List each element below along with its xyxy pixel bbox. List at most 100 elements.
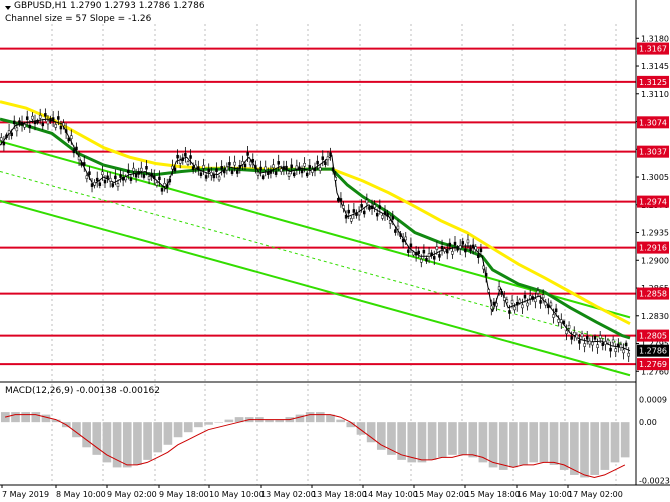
candle-body bbox=[194, 164, 197, 169]
macd-bar bbox=[183, 422, 193, 433]
candle-body bbox=[305, 172, 309, 177]
candle-body bbox=[168, 178, 172, 183]
candle-body bbox=[318, 167, 322, 171]
candle-body bbox=[453, 241, 457, 246]
candle-body bbox=[427, 253, 431, 257]
macd-tick-label: 0.00 bbox=[639, 418, 657, 427]
candle-body bbox=[264, 166, 267, 171]
candle-body bbox=[440, 245, 444, 250]
candle-body bbox=[329, 152, 332, 157]
candle-body bbox=[324, 161, 327, 166]
candle-body bbox=[103, 179, 107, 184]
candle-body bbox=[570, 336, 573, 340]
candle-body bbox=[425, 258, 428, 262]
macd-bar bbox=[448, 422, 457, 455]
candle-body bbox=[396, 225, 400, 230]
symbol-header: GBPUSD,H1 1.2790 1.2793 1.2786 1.2786 bbox=[14, 1, 205, 11]
price-chart[interactable]: 1.31801.31451.31101.30751.30401.30051.29… bbox=[0, 0, 670, 502]
candle-body bbox=[342, 205, 345, 209]
candle-body bbox=[7, 130, 11, 134]
candle-body bbox=[510, 300, 514, 304]
candle-body bbox=[189, 155, 192, 159]
candle-body bbox=[370, 205, 374, 210]
candle-body bbox=[557, 319, 560, 323]
candle-body bbox=[474, 246, 477, 250]
candle-body bbox=[311, 169, 314, 173]
candle-body bbox=[13, 120, 16, 125]
candle-body bbox=[158, 176, 161, 181]
candle-body bbox=[495, 302, 498, 307]
channel-info: Channel size = 57 Slope = -1.26 bbox=[5, 14, 152, 24]
candle-body bbox=[381, 215, 384, 219]
candle-body bbox=[526, 302, 529, 307]
candle-body bbox=[321, 156, 325, 160]
macd-bar bbox=[336, 419, 345, 423]
y-tick-label: 1.3110 bbox=[641, 90, 669, 99]
candle-body bbox=[49, 118, 52, 122]
candle-body bbox=[235, 170, 239, 174]
y-tick-label: 1.3180 bbox=[641, 34, 669, 43]
candle-body bbox=[233, 161, 236, 166]
candle-body bbox=[573, 331, 576, 336]
candle-body bbox=[339, 198, 343, 202]
candle-body bbox=[285, 165, 288, 170]
candle-body bbox=[300, 169, 304, 174]
candle-body bbox=[433, 256, 436, 260]
candle-body bbox=[497, 286, 501, 291]
x-tick-label: 14 May 10:00 bbox=[363, 490, 418, 499]
candle-body bbox=[490, 305, 493, 310]
candle-body bbox=[344, 215, 348, 219]
candle-body bbox=[44, 113, 47, 117]
macd-bar bbox=[295, 414, 305, 423]
candle-body bbox=[243, 163, 247, 168]
macd-bar bbox=[143, 422, 152, 460]
candle-body bbox=[334, 177, 337, 181]
candle-body bbox=[57, 116, 60, 120]
macd-tick-label: 0.0009 bbox=[639, 396, 667, 405]
candle-body bbox=[617, 343, 620, 348]
candle-body bbox=[272, 164, 275, 169]
candle-body bbox=[290, 164, 293, 169]
macd-bar bbox=[559, 422, 569, 470]
candle-body bbox=[443, 248, 446, 252]
current-price-label: 1.2786 bbox=[639, 347, 667, 356]
candle-body bbox=[178, 160, 182, 164]
candle-body bbox=[601, 342, 605, 346]
candle-body bbox=[293, 172, 296, 177]
candle-body bbox=[33, 120, 37, 125]
candle-body bbox=[420, 259, 423, 263]
candle-body bbox=[246, 152, 249, 156]
macd-bar bbox=[610, 422, 620, 463]
candle-body bbox=[90, 183, 94, 187]
macd-bar bbox=[173, 422, 183, 438]
candle-body bbox=[51, 117, 55, 121]
candle-body bbox=[10, 132, 13, 137]
macd-bar bbox=[498, 422, 508, 470]
candle-body bbox=[83, 162, 86, 166]
level-price-label: 1.2769 bbox=[639, 360, 667, 369]
macd-bar bbox=[305, 412, 315, 423]
chart-window[interactable]: 1.31801.31451.31101.30751.30401.30051.29… bbox=[0, 0, 670, 502]
x-tick-label: 7 May 2019 bbox=[2, 490, 49, 499]
candle-body bbox=[181, 157, 185, 161]
y-tick-label: 1.2935 bbox=[641, 229, 669, 238]
macd-bar bbox=[82, 422, 91, 448]
level-price-label: 1.2858 bbox=[639, 290, 667, 299]
candle-body bbox=[435, 246, 439, 250]
x-tick-label: 15 May 02:00 bbox=[414, 490, 469, 499]
candle-body bbox=[46, 120, 50, 125]
candle-body bbox=[560, 319, 563, 323]
candle-body bbox=[62, 122, 65, 127]
candle-body bbox=[210, 172, 213, 176]
candle-body bbox=[88, 171, 91, 175]
macd-bar bbox=[519, 422, 528, 465]
candle-body bbox=[98, 182, 102, 186]
macd-label: MACD(12,26,9) -0.00138 -0.00162 bbox=[5, 386, 161, 396]
candle-body bbox=[611, 339, 615, 344]
candle-body bbox=[479, 248, 483, 253]
candle-body bbox=[267, 171, 270, 175]
candle-body bbox=[241, 161, 244, 165]
candle-body bbox=[383, 211, 387, 215]
candle-body bbox=[303, 162, 306, 167]
candle-body bbox=[547, 304, 550, 309]
